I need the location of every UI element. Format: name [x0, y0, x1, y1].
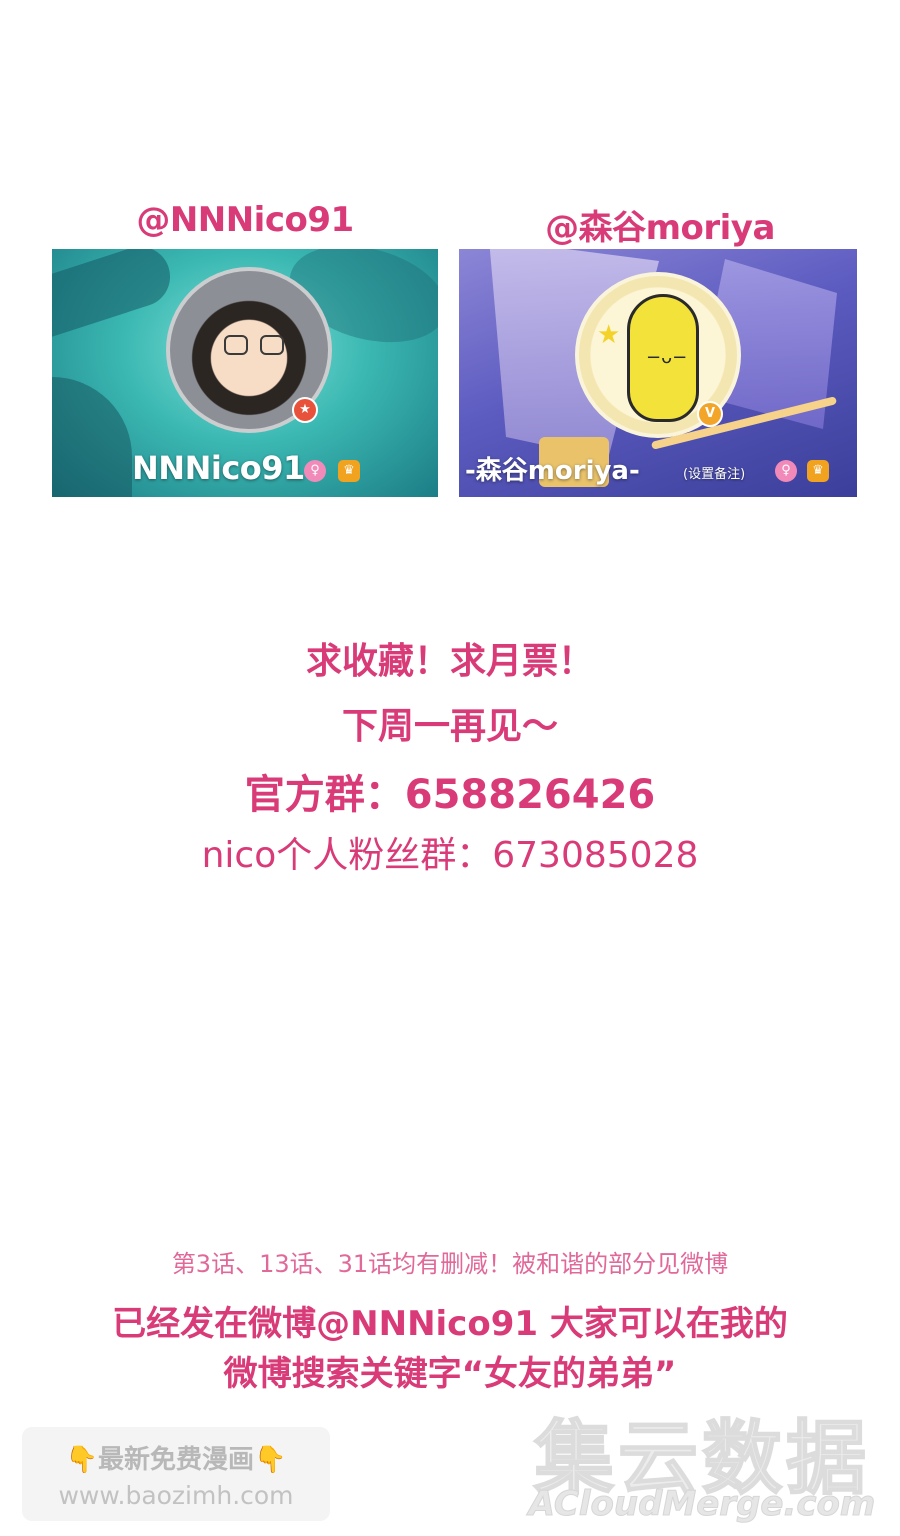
set-remark-link[interactable]: (设置备注)	[683, 463, 745, 482]
watermark-domain: ACloudMerge.com	[528, 1484, 876, 1525]
censorship-notice: 第3话、13话、31话均有删减！被和谐的部分见微博	[171, 1250, 729, 1278]
announcement-line: 求收藏！求月票！	[305, 641, 594, 682]
profile-name: NNNico91	[132, 449, 305, 487]
star-icon: ★	[597, 320, 621, 350]
promo-title-text: 最新免费漫画	[97, 1445, 254, 1475]
level-icon: ♛	[807, 460, 829, 482]
promo-title: 👇最新免费漫画👇	[22, 1439, 330, 1476]
profile-card-moriya: ★ −ᴗ− V -森谷moriya- (设置备注) ♀ ♛	[459, 249, 857, 497]
pointing-down-icon: 👇	[65, 1445, 98, 1475]
pointing-down-icon: 👇	[254, 1445, 287, 1475]
profile-name: -森谷moriya-	[465, 456, 640, 486]
promo-box[interactable]: 👇最新免费漫画👇 www.baozimh.com	[22, 1427, 330, 1521]
weibo-notice: 微博搜索关键字“女友的弟弟”	[223, 1354, 677, 1394]
glasses-illustration	[224, 335, 284, 355]
profile-card-nnnico91: ★ NNNico91 ♀ ♛	[52, 249, 438, 497]
v-badge-icon: V	[697, 401, 723, 427]
promo-url[interactable]: www.baozimh.com	[22, 1481, 330, 1510]
watermark: 集云数据 ACloudMerge.com	[512, 1394, 892, 1525]
star-badge-icon: ★	[292, 397, 318, 423]
level-icon: ♛	[338, 460, 360, 482]
background-shape	[52, 377, 132, 497]
handle-moriya: @森谷moriya	[545, 208, 775, 248]
fan-group-number: nico个人粉丝群：673085028	[201, 835, 699, 876]
female-icon: ♀	[304, 460, 326, 482]
face-icon: −ᴗ−	[646, 347, 688, 368]
announcement-line: 下周一再见～	[341, 706, 558, 747]
weibo-notice: 已经发在微博@NNNico91 大家可以在我的	[112, 1304, 788, 1344]
background-shape	[52, 249, 178, 340]
female-icon: ♀	[775, 460, 797, 482]
banana-illustration: −ᴗ−	[627, 294, 699, 422]
official-group-number: 官方群：658826426	[244, 772, 656, 818]
handle-nnnico91: @NNNico91	[136, 200, 354, 240]
